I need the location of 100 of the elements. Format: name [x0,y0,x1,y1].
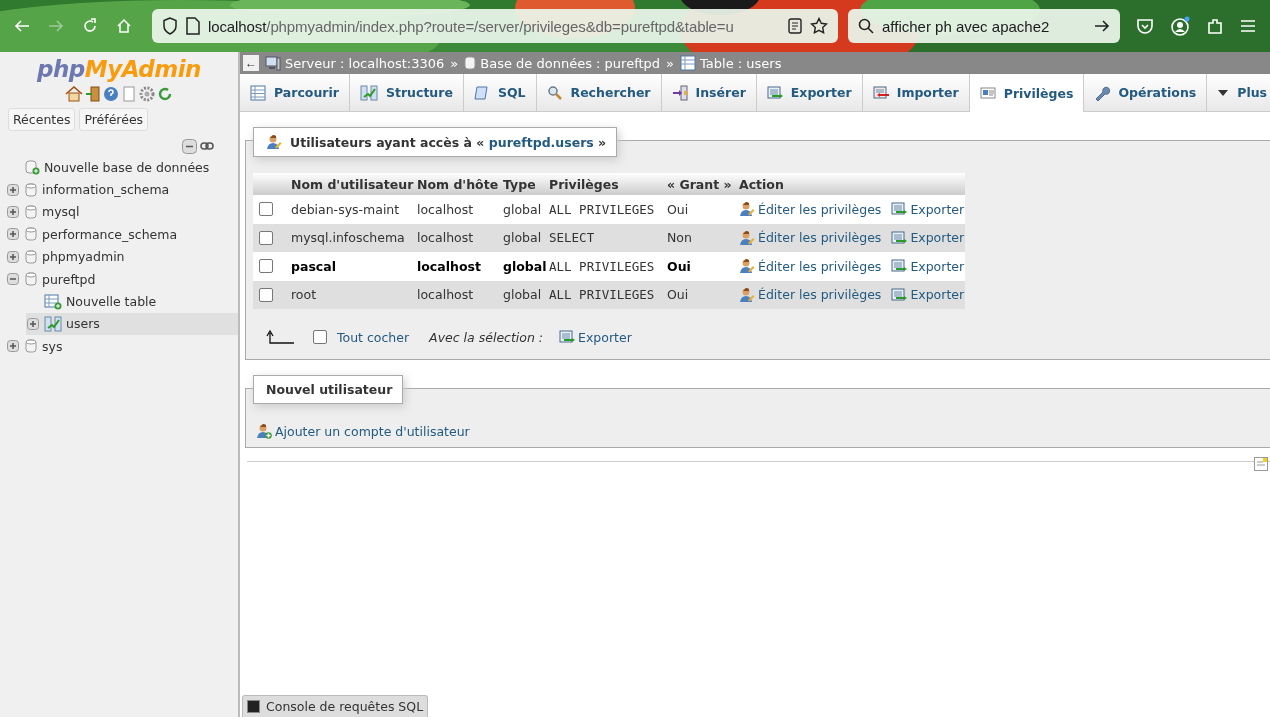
breadcrumb-link[interactable]: Base de données : pureftpd [480,55,661,71]
expand-icon[interactable] [26,316,40,331]
checkbox[interactable] [313,330,327,344]
table-add-icon [44,293,62,310]
search-icon [546,84,563,101]
tree-item[interactable]: mysql [6,200,238,224]
tree-item[interactable]: users [26,312,238,336]
note-icon[interactable] [1254,457,1268,471]
server-icon [265,55,281,71]
expand-icon[interactable] [6,182,20,197]
forward-arrow-icon [48,18,64,34]
tree-item-label[interactable]: users [66,316,100,332]
tree-item-label[interactable]: mysql [42,204,80,220]
account-icon[interactable] [1170,16,1190,36]
tree-item-label[interactable]: information_schema [42,182,170,198]
scroll-icon [473,84,490,101]
search-field[interactable]: afficher ph avec apache2 [848,9,1120,43]
star-icon[interactable] [810,17,828,35]
table-icon [250,84,266,101]
expand-icon[interactable] [6,227,20,242]
tree-item-label[interactable]: performance_schema [42,226,178,242]
tree-item[interactable]: Nouvelle table [26,290,238,313]
sql-console-tab[interactable]: Console de requêtes SQL [242,695,429,717]
table-cell-text: root [290,287,318,303]
tree-item[interactable]: Nouvelle base de données [6,156,238,179]
tree-item-label[interactable]: Nouvelle base de données [44,159,210,175]
address-bar[interactable]: localhost/phpmyadmin/index.php?route=/server/privileges&db=pureftpd&table=u [152,9,838,43]
tree-item-label[interactable]: phpmyadmin [42,249,125,265]
expand-icon[interactable] [6,249,20,264]
edit-privileges-link[interactable]: Éditer les privilèges [739,258,882,275]
reader-view-icon[interactable] [788,18,802,34]
tab[interactable]: Opérations [1084,74,1208,111]
checkbox[interactable] [259,202,273,217]
tab[interactable]: Exporter [756,74,863,111]
export-icon [891,259,908,274]
user-icon [266,134,282,150]
edit-privileges-link[interactable]: Éditer les privilèges [739,286,882,303]
export-link[interactable]: Exporter [891,258,965,275]
tree-item[interactable]: pureftpd [6,267,238,291]
arrow-right-icon[interactable] [1094,18,1110,34]
checkbox[interactable] [259,259,273,274]
tab[interactable]: Insérer [661,74,757,111]
column-header: Action [738,176,784,192]
tree-item-label[interactable]: sys [42,338,63,354]
table-cell-text: Oui [666,287,690,303]
tab[interactable]: Importer [862,74,970,111]
table-cell-text: localhost [416,258,482,274]
export-link[interactable]: Exporter [891,229,965,246]
checkbox[interactable] [259,230,273,245]
tab[interactable]: Plus [1207,74,1270,111]
tree-item[interactable]: sys [6,335,238,358]
edit-privileges-link[interactable]: Éditer les privilèges [739,229,882,246]
collapse-icon[interactable] [6,272,20,287]
tree-item-label[interactable]: pureftpd [42,271,96,287]
tab[interactable]: Privilèges [969,74,1085,112]
door-exit-icon[interactable] [85,86,101,102]
home-icon[interactable] [65,86,83,102]
collapse-sidebar-button[interactable]: ← [243,55,259,71]
help-icon[interactable] [103,86,119,102]
tab[interactable]: Parcourir [240,74,350,111]
tab[interactable]: Rechercher [536,74,662,111]
column-header: « Grant » [666,176,733,192]
table-cell-text: pascal [290,258,337,274]
user-icon [739,201,755,218]
structure-icon [359,84,378,101]
reload-icon[interactable] [157,86,173,102]
card-icon [979,86,996,100]
add-user-link[interactable]: Ajouter un compte d'utilisateur [256,423,1270,439]
extensions-icon[interactable] [1206,17,1224,35]
settings-icon[interactable] [139,86,155,102]
logo[interactable]: phpMyAdmin [37,56,201,82]
database-icon [24,248,38,265]
breadcrumb-link[interactable]: Serveur : localhost:3306 [285,55,445,71]
table-cell-text: localhost [416,201,475,217]
page-icon [186,17,200,35]
sidebar-button[interactable]: Préférées [79,108,149,131]
database-icon [464,56,477,70]
tree-item[interactable]: performance_schema [6,223,238,246]
collapse-all-icon[interactable] [182,139,197,154]
menu-icon[interactable] [1240,19,1256,33]
expand-icon[interactable] [6,339,20,354]
export-link[interactable]: Exporter [891,286,965,303]
export-link[interactable]: Exporter [559,329,632,345]
export-link[interactable]: Exporter [891,201,965,218]
tab[interactable]: SQL [463,74,537,111]
tree-item-label[interactable]: Nouvelle table [66,294,157,310]
sidebar-button[interactable]: Récentes [8,108,76,131]
breadcrumb-link[interactable]: Table : users [700,55,782,71]
tree-item[interactable]: information_schema [6,178,238,201]
edit-privileges-link[interactable]: Éditer les privilèges [739,201,882,218]
pocket-icon[interactable] [1136,17,1154,35]
url-host: localhost [208,17,267,35]
table-cell-text: global [502,258,545,274]
expand-icon[interactable] [6,204,20,219]
checkbox[interactable] [259,287,273,302]
check-all-link[interactable]: Tout cocher [337,329,410,345]
tree-item[interactable]: phpmyadmin [6,245,238,268]
tab[interactable]: Structure [349,74,464,111]
table-cell-text: ALL PRIVILEGES [548,287,656,303]
link-icon[interactable] [200,139,214,153]
